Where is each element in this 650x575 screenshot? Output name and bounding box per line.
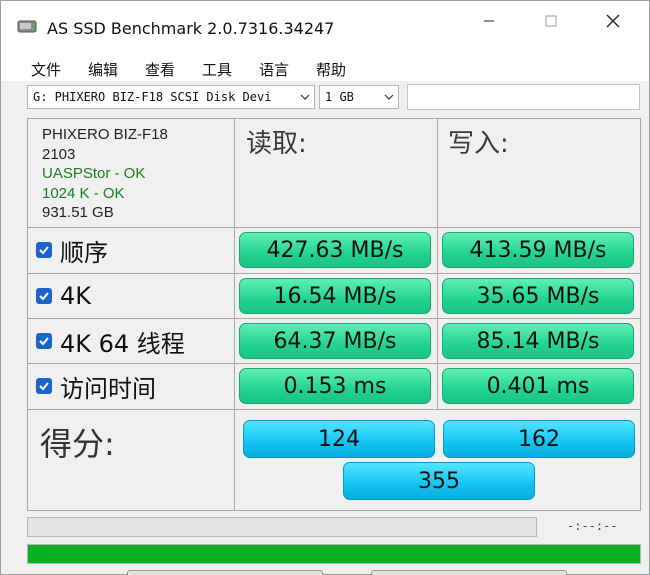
maximize-icon [545,15,557,27]
row-4k: 4K [36,274,91,318]
results-grid: PHIXERO BIZ-F18 2103 UASPStor - OK 1024 … [27,118,641,511]
menu-bar: 文件 编辑 查看 工具 语言 帮助 [1,49,649,81]
minimize-button[interactable] [461,1,517,41]
abort-button[interactable] [371,570,567,575]
app-disk-icon [17,20,37,33]
close-icon [606,14,620,28]
row-access-time: 访问时间 [36,364,156,408]
overall-progress-fill [28,545,640,563]
check-icon [39,292,49,301]
access-time-read-value: 0.153 ms [239,368,431,404]
chevron-down-icon [300,92,310,102]
sequential-read-value: 427.63 MB/s [239,232,431,268]
drive-select[interactable]: G: PHIXERO BIZ-F18 SCSI Disk Devi [27,85,315,109]
read-score: 124 [243,420,435,458]
sequential-label: 顺序 [60,238,108,267]
score-label: 得分: [40,425,115,463]
check-icon [39,337,49,346]
test-size-value: 1 GB [325,90,354,104]
device-info: PHIXERO BIZ-F18 2103 UASPStor - OK 1024 … [42,125,168,223]
drive-select-value: G: PHIXERO BIZ-F18 SCSI Disk Devi [33,90,272,104]
4k-64-label: 4K 64 线程 [60,329,185,358]
4k-label: 4K [60,282,92,310]
4k-64-write-value: 85.14 MB/s [442,323,634,359]
extra-input-field[interactable] [407,84,640,110]
menu-help[interactable]: 帮助 [316,59,346,80]
title-bar: AS SSD Benchmark 2.0.7316.34247 [1,1,649,49]
close-button[interactable] [585,1,641,41]
sequential-checkbox[interactable] [36,242,52,258]
test-size-select[interactable]: 1 GB [319,85,399,109]
access-time-label: 访问时间 [60,374,156,403]
sequential-write-value: 413.59 MB/s [442,232,634,268]
access-time-write-value: 0.401 ms [442,368,634,404]
overall-progress-bar [27,544,641,564]
row-4k-64-threads: 4K 64 线程 [36,319,185,363]
window-title: AS SSD Benchmark 2.0.7316.34247 [47,19,335,38]
app-window: AS SSD Benchmark 2.0.7316.34247 文件 编辑 查看… [0,0,650,575]
device-name: PHIXERO BIZ-F18 [42,126,168,143]
4k-checkbox[interactable] [36,288,52,304]
4k-64-checkbox[interactable] [36,333,52,349]
menu-tools[interactable]: 工具 [202,59,232,80]
4k-read-value: 16.54 MB/s [239,278,431,314]
4k-write-value: 35.65 MB/s [442,278,634,314]
check-icon [39,246,49,255]
alignment-status: 1024 K - OK [42,184,125,202]
write-column-header: 写入: [448,129,509,159]
device-firmware: 2103 [42,145,76,163]
menu-language[interactable]: 语言 [259,59,289,80]
menu-file[interactable]: 文件 [31,59,61,80]
total-score: 355 [343,462,535,500]
task-progress-bar [27,517,537,537]
access-time-checkbox[interactable] [36,378,52,394]
maximize-button[interactable] [523,1,579,41]
driver-status: UASPStor - OK [42,165,146,182]
menu-edit[interactable]: 编辑 [88,59,118,80]
row-sequential: 顺序 [36,228,108,272]
write-score: 162 [443,420,635,458]
check-icon [39,382,49,391]
minimize-icon [484,20,494,22]
elapsed-time: -:--:-- [567,519,618,533]
toolbar: G: PHIXERO BIZ-F18 SCSI Disk Devi 1 GB [1,81,649,115]
device-capacity: 931.51 GB [42,204,114,221]
4k-64-read-value: 64.37 MB/s [239,323,431,359]
menu-view[interactable]: 查看 [145,59,175,80]
chevron-down-icon [384,94,394,100]
read-column-header: 读取: [246,129,307,159]
start-button[interactable] [127,570,323,575]
